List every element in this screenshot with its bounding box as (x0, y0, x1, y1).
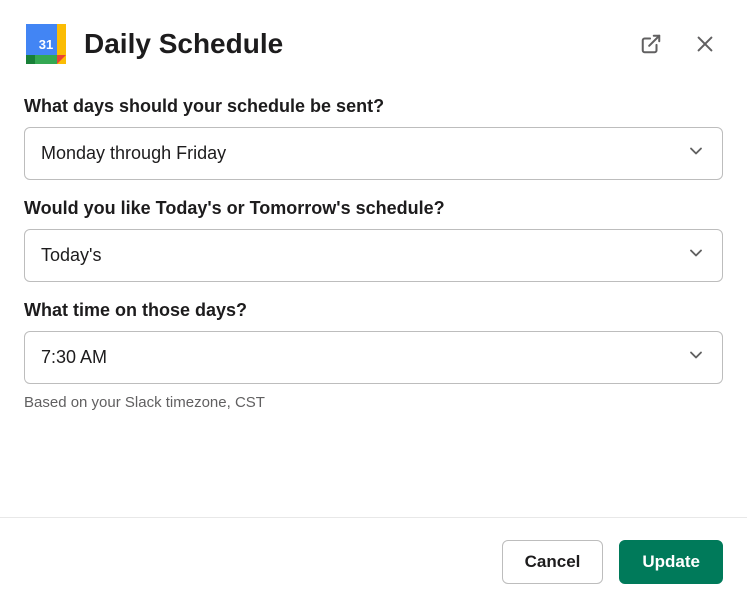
time-select-value: 7:30 AM (41, 347, 107, 368)
timezone-helper-text: Based on your Slack timezone, CST (24, 394, 723, 411)
days-select[interactable]: Monday through Friday (24, 127, 723, 180)
chevron-down-icon (686, 141, 706, 166)
google-calendar-icon: 31 (24, 22, 68, 66)
days-select-value: Monday through Friday (41, 143, 226, 164)
header-actions (633, 26, 723, 62)
days-label: What days should your schedule be sent? (24, 96, 723, 117)
cancel-button[interactable]: Cancel (502, 540, 604, 584)
update-button[interactable]: Update (619, 540, 723, 584)
which-schedule-select[interactable]: Today's (24, 229, 723, 282)
open-external-icon[interactable] (633, 26, 669, 62)
close-icon[interactable] (687, 26, 723, 62)
time-select[interactable]: 7:30 AM (24, 331, 723, 384)
which-schedule-label: Would you like Today's or Tomorrow's sch… (24, 198, 723, 219)
chevron-down-icon (686, 243, 706, 268)
modal-title: Daily Schedule (84, 28, 633, 60)
modal-footer: Cancel Update (0, 517, 747, 606)
which-schedule-select-value: Today's (41, 245, 101, 266)
time-label: What time on those days? (24, 300, 723, 321)
modal-header: 31 Daily Schedule (0, 0, 747, 80)
modal-body: What days should your schedule be sent? … (0, 80, 747, 517)
chevron-down-icon (686, 345, 706, 370)
svg-text:31: 31 (39, 37, 53, 52)
